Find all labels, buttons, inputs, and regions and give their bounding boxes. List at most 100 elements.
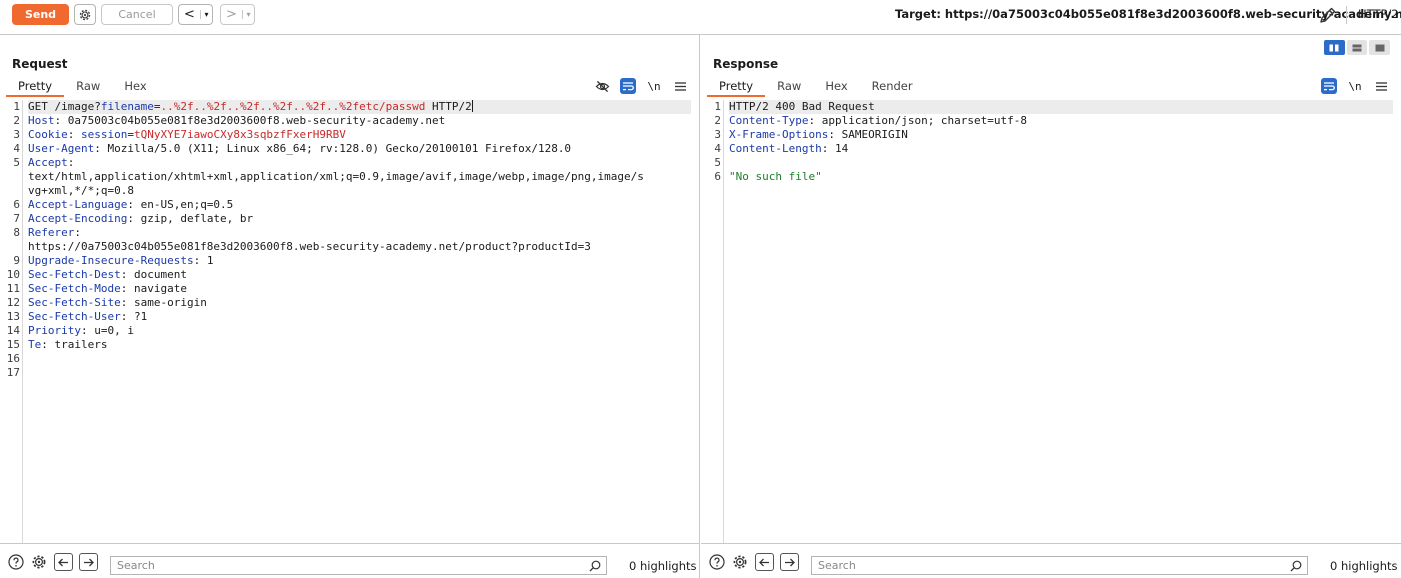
response-search-input[interactable]: [812, 557, 1288, 574]
response-tab-hex[interactable]: Hex: [813, 79, 859, 97]
wrap-icon: [1324, 82, 1335, 91]
help-icon: [8, 554, 24, 570]
response-show-newlines-button[interactable]: \n: [1347, 78, 1363, 94]
code-line[interactable]: Sec-Fetch-User: ?1: [28, 310, 691, 324]
code-text: : trailers: [41, 338, 108, 351]
code-line[interactable]: Sec-Fetch-Mode: navigate: [28, 282, 691, 296]
response-title: Response: [713, 57, 779, 71]
request-tab-pretty[interactable]: Pretty: [6, 79, 65, 97]
code-line[interactable]: Upgrade-Insecure-Requests: 1: [28, 254, 691, 268]
header-name: Sec-Fetch-Mode: [28, 282, 121, 295]
code-text: : 14: [821, 142, 849, 155]
code-text: :: [67, 156, 75, 169]
response-search-previous-button[interactable]: [755, 553, 774, 571]
hamburger-menu-icon: [674, 81, 686, 91]
line-number: 14: [6, 324, 20, 337]
code-text: : ?1: [120, 310, 148, 323]
header-name: Sec-Fetch-User: [28, 310, 121, 323]
response-search-settings-button[interactable]: [731, 553, 749, 571]
gear-icon: [79, 9, 91, 20]
code-line[interactable]: https://0a75003c04b055e081f8e3d2003600f8…: [28, 240, 691, 254]
response-tab-pretty[interactable]: Pretty: [707, 79, 766, 97]
top-toolbar: Send Cancel < ▾ > ▾ Target: https://0a75…: [0, 0, 1401, 30]
request-help-button[interactable]: [7, 553, 25, 571]
code-line[interactable]: Content-Length: 14: [729, 142, 1393, 156]
code-line[interactable]: Sec-Fetch-Site: same-origin: [28, 296, 691, 310]
code-line[interactable]: vg+xml,*/*;q=0.8: [28, 184, 691, 198]
param-name: filename: [100, 100, 154, 113]
code-line[interactable]: [28, 352, 691, 366]
response-code[interactable]: HTTP/2 400 Bad Request Content-Type: appl…: [729, 100, 1393, 184]
http-version-label[interactable]: HTTP/2: [1358, 7, 1399, 21]
line-number: 17: [6, 366, 20, 379]
code-line[interactable]: [729, 156, 1393, 170]
history-forward-button[interactable]: > ▾: [220, 4, 255, 25]
code-line[interactable]: Accept:: [28, 156, 691, 170]
request-show-newlines-button[interactable]: \n: [646, 78, 662, 94]
back-history-dropdown[interactable]: ▾: [200, 10, 212, 19]
code-line[interactable]: Accept-Language: en-US,en;q=0.5: [28, 198, 691, 212]
code-line[interactable]: GET /image?filename=..%2f..%2f..%2f..%2f…: [28, 100, 691, 114]
code-line[interactable]: Accept-Encoding: gzip, deflate, br: [28, 212, 691, 226]
cancel-button[interactable]: Cancel: [101, 4, 173, 25]
header-name: Te: [28, 338, 42, 351]
hide-nonprintable-button[interactable]: [594, 78, 610, 94]
response-wrap-lines-button[interactable]: [1321, 78, 1337, 94]
code-line[interactable]: "No such file": [729, 170, 1393, 184]
edit-target-button[interactable]: [1318, 5, 1338, 25]
request-code[interactable]: GET /image?filename = ..%2f..%2f..%2f..%2f…: [28, 100, 691, 380]
line-number: 4: [714, 142, 721, 155]
response-editor[interactable]: 123456 HTTP/2 400 Bad Request Content-Typ…: [707, 100, 1401, 543]
code-line[interactable]: Content-Type: application/json; charset=…: [729, 114, 1393, 128]
response-search-next-button[interactable]: [780, 553, 799, 571]
request-tab-hex[interactable]: Hex: [112, 79, 158, 97]
request-wrap-lines-button[interactable]: [620, 78, 636, 94]
code-line[interactable]: [28, 366, 691, 380]
header-name: Content-Length: [729, 142, 822, 155]
history-back-button[interactable]: < ▾: [178, 4, 213, 25]
code-line[interactable]: Referer:: [28, 226, 691, 240]
request-menu-button[interactable]: [672, 78, 688, 94]
forward-history-dropdown[interactable]: ▾: [242, 10, 254, 19]
code-text: https://0a75003c04b055e081f8e3d2003600f8…: [28, 240, 591, 253]
line-number: 2: [714, 114, 721, 127]
gear-icon: [32, 555, 46, 569]
code-line[interactable]: text/html,application/xhtml+xml,applicat…: [28, 170, 691, 184]
response-panel: Response Pretty Raw Hex Render \n 123456…: [701, 35, 1401, 578]
send-settings-button[interactable]: [74, 4, 96, 25]
response-search-field[interactable]: [811, 556, 1308, 575]
response-highlights-count: 0 highlights: [1330, 559, 1398, 573]
code-line[interactable]: Sec-Fetch-Dest: document: [28, 268, 691, 282]
code-text: : 1: [193, 254, 214, 267]
code-line[interactable]: X-Frame-Options: SAMEORIGIN: [729, 128, 1393, 142]
line-number: 2: [13, 114, 20, 127]
code-line[interactable]: Cookie: session=tQNyXYE7iawoCXy8x3sqbzfF…: [28, 128, 691, 142]
code-line[interactable]: HTTP/2 400 Bad Request: [729, 100, 1393, 114]
code-line[interactable]: User-Agent: Mozilla/5.0 (X11; Linux x86_…: [28, 142, 691, 156]
response-tab-raw[interactable]: Raw: [765, 79, 813, 97]
request-search-previous-button[interactable]: [54, 553, 73, 571]
arrow-left-icon: [759, 558, 769, 566]
request-search-field[interactable]: [110, 556, 607, 575]
help-icon: [709, 554, 725, 570]
request-tabs: Pretty Raw Hex: [6, 79, 159, 97]
response-menu-button[interactable]: [1373, 78, 1389, 94]
header-name: Content-Type: [729, 114, 809, 127]
code-line[interactable]: Te: trailers: [28, 338, 691, 352]
request-tab-raw[interactable]: Raw: [64, 79, 112, 97]
request-search-next-button[interactable]: [79, 553, 98, 571]
eye-slash-icon: [595, 80, 609, 92]
code-text: : gzip, deflate, br: [127, 212, 254, 225]
forward-arrow-icon[interactable]: >: [221, 7, 242, 22]
request-search-settings-button[interactable]: [30, 553, 48, 571]
response-help-button[interactable]: [708, 553, 726, 571]
code-line[interactable]: Host: 0a75003c04b055e081f8e3d2003600f8.w…: [28, 114, 691, 128]
back-arrow-icon[interactable]: <: [179, 7, 200, 22]
code-line[interactable]: Priority: u=0, i: [28, 324, 691, 338]
response-tab-render[interactable]: Render: [860, 79, 925, 97]
request-search-input[interactable]: [111, 557, 587, 574]
request-editor[interactable]: 1 2 3 4 5 6 7 8 9 10 11 12 13 14 15 16 17 GET /image?fil…: [6, 100, 699, 543]
send-button[interactable]: Send: [12, 4, 69, 25]
line-number: 3: [13, 128, 20, 141]
header-name: Upgrade-Insecure-Requests: [28, 254, 194, 267]
